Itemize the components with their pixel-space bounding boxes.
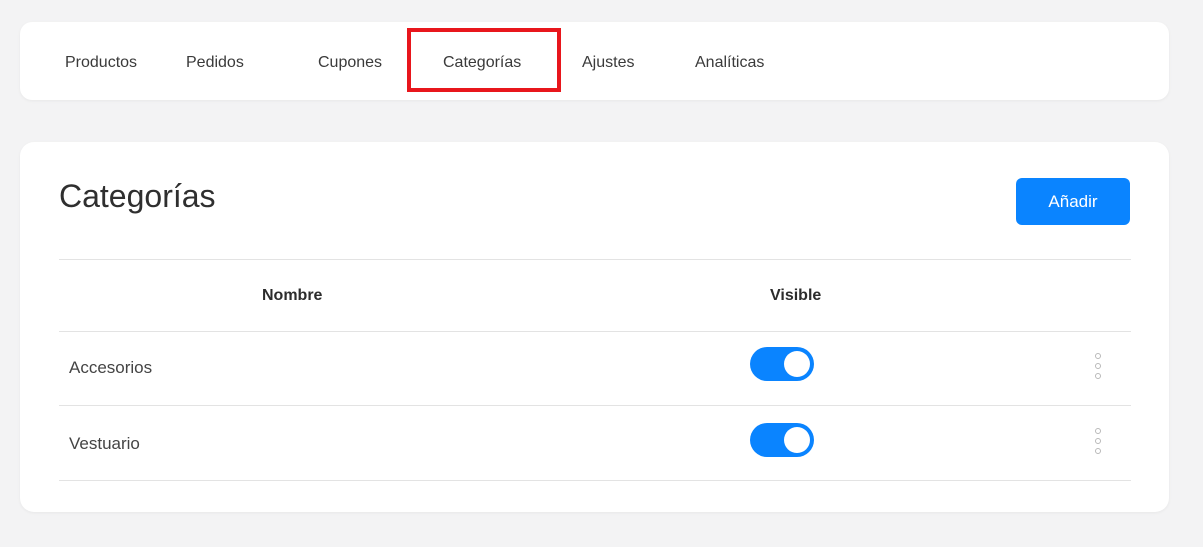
row-options-icon[interactable] <box>1091 428 1105 454</box>
table-bottom-divider <box>59 480 1131 481</box>
visibility-toggle[interactable] <box>750 347 814 381</box>
nav-tab-productos[interactable]: Productos <box>65 53 137 73</box>
add-category-button[interactable]: Añadir <box>1016 178 1130 225</box>
table-top-divider <box>59 259 1131 260</box>
top-navigation: Productos Pedidos Cupones Categorías Aju… <box>20 22 1169 100</box>
nav-tab-categorias[interactable]: Categorías <box>443 53 521 73</box>
toggle-knob <box>784 427 810 453</box>
row-divider <box>59 405 1131 406</box>
column-header-visible: Visible <box>770 287 822 304</box>
column-header-name: Nombre <box>262 287 323 304</box>
header-divider <box>59 331 1131 332</box>
row-options-icon[interactable] <box>1091 353 1105 379</box>
nav-tab-pedidos[interactable]: Pedidos <box>186 53 244 73</box>
nav-tab-analiticas[interactable]: Analíticas <box>695 53 764 73</box>
visibility-toggle[interactable] <box>750 423 814 457</box>
category-name-cell: Vestuario <box>69 434 140 453</box>
nav-tab-cupones[interactable]: Cupones <box>318 53 382 73</box>
page-title: Categorías <box>59 178 216 214</box>
category-name-cell: Accesorios <box>69 358 153 377</box>
nav-tab-ajustes[interactable]: Ajustes <box>582 53 634 73</box>
categories-panel: Categorías Añadir Nombre Visible Accesor… <box>20 142 1169 512</box>
toggle-knob <box>784 351 810 377</box>
